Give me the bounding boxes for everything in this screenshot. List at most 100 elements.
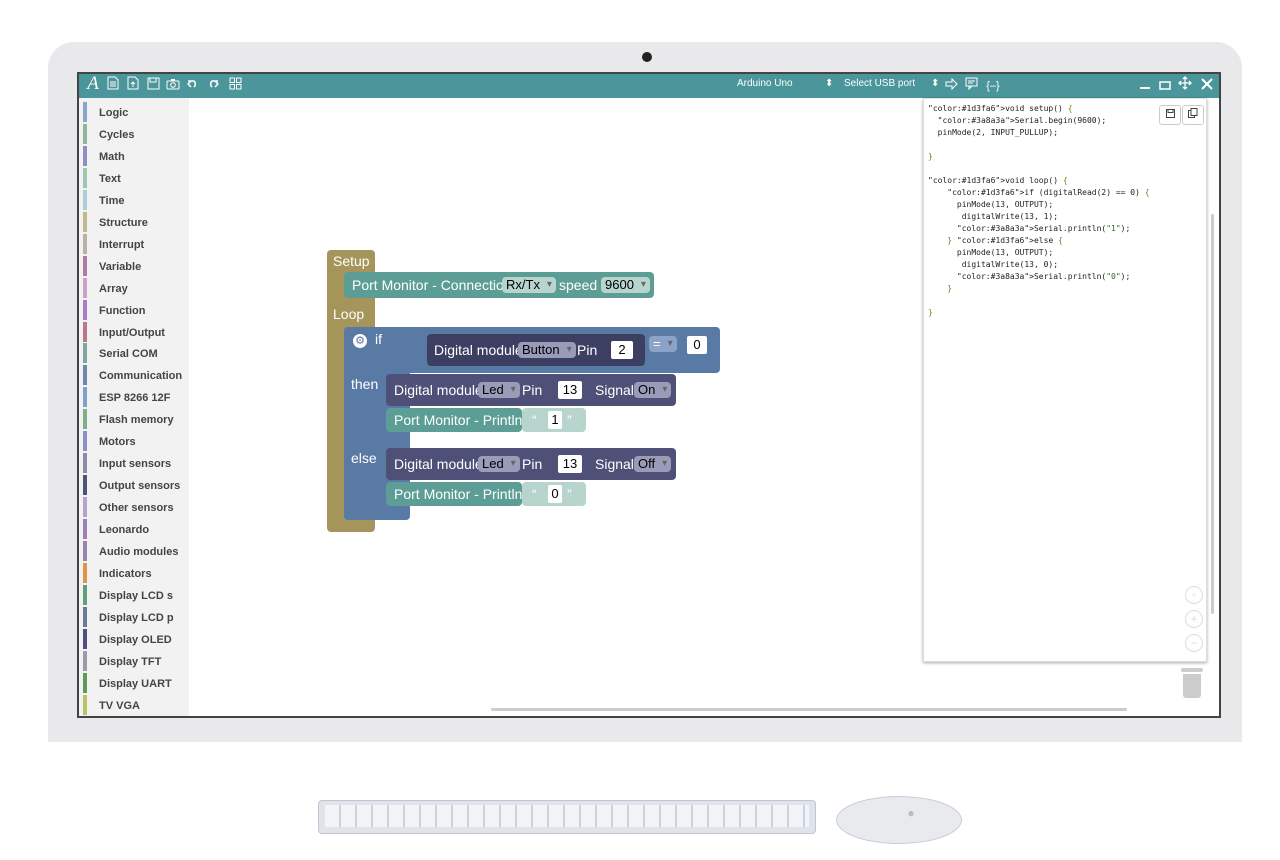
save-file-icon[interactable] <box>145 76 161 96</box>
category-color-bar <box>83 453 87 474</box>
button-type-dropdown[interactable]: Button <box>518 342 576 358</box>
speed-dropdown[interactable]: 9600 <box>601 277 650 293</box>
println-then-quote-close: ” <box>567 412 572 428</box>
maximize-icon[interactable] <box>1157 76 1173 96</box>
category-color-bar <box>83 299 87 320</box>
new-file-icon[interactable] <box>105 76 121 96</box>
brand-logo-icon[interactable]: A <box>85 74 101 94</box>
code-line: pinMode(13, OUTPUT); <box>928 200 1054 209</box>
move-icon[interactable] <box>1177 76 1193 96</box>
code-line: pinMode(2, INPUT_PULLUP); <box>928 128 1059 137</box>
category-sidebar: Logic Cycles Math Text Time Structure Interrup… <box>79 98 189 716</box>
led-off-pin-input[interactable]: 13 <box>558 455 582 473</box>
code-line: } <box>947 284 953 293</box>
open-file-icon[interactable] <box>125 76 141 96</box>
upload-arrow-icon[interactable] <box>943 76 959 96</box>
save-code-icon[interactable] <box>1159 105 1181 125</box>
serial-monitor-icon[interactable] <box>963 76 979 96</box>
button-pin-input[interactable]: 2 <box>611 341 633 359</box>
code-line: "color:#3a8a3a">Serial.println("1"); <box>956 224 1131 233</box>
port-connection-label: Port Monitor - Connection <box>352 277 512 293</box>
category-label: Math <box>99 150 125 163</box>
board-select-arrow-icon[interactable]: ⬍ <box>825 78 833 89</box>
undo-icon[interactable] <box>185 76 201 96</box>
minimize-icon[interactable] <box>1137 76 1153 96</box>
apple-logo-icon: ● <box>907 806 915 820</box>
category-label: ESP 8266 12F <box>99 392 171 405</box>
category-label: Display LCD p <box>99 611 174 624</box>
blocks-grid-icon[interactable] <box>227 76 243 96</box>
led-on-signal-label: Signal <box>595 382 634 398</box>
keyboard <box>318 800 816 834</box>
category-label: Input sensors <box>99 458 172 471</box>
println-else-label: Port Monitor - Println <box>394 486 523 502</box>
zoom-reset-icon[interactable]: ◦ <box>1185 586 1203 604</box>
if-settings-gear-icon[interactable]: ⚙ <box>353 334 367 348</box>
category-color-bar <box>83 584 87 605</box>
category-color-bar <box>83 321 87 342</box>
workspace-horizontal-scrollbar[interactable] <box>491 708 1127 711</box>
redo-icon[interactable] <box>205 76 221 96</box>
close-icon[interactable] <box>1199 76 1215 96</box>
led-off-signal-label: Signal <box>595 456 634 472</box>
category-label: Motors <box>99 436 136 449</box>
compare-value-input[interactable]: 0 <box>687 336 707 354</box>
keyboard-keys <box>325 805 809 827</box>
speed-label: speed <box>559 277 598 293</box>
category-label: Text <box>99 172 121 185</box>
category-color-bar <box>83 475 87 496</box>
code-line: } <box>928 308 933 317</box>
code-line: digitalWrite(13, 1); <box>928 212 1059 221</box>
code-vertical-scrollbar[interactable] <box>1211 214 1214 614</box>
println-else-value[interactable]: 0 <box>548 485 562 503</box>
code-view-icon[interactable]: {–} <box>983 76 1003 96</box>
println-then-label: Port Monitor - Println <box>394 412 523 428</box>
port-select-arrow-icon[interactable]: ⬍ <box>931 78 939 89</box>
println-else-quote-open: “ <box>532 486 537 502</box>
category-label: Cycles <box>99 128 135 141</box>
category-color-bar <box>83 365 87 386</box>
category-label: Input/Output <box>99 326 165 339</box>
led-on-signal-dropdown[interactable]: On <box>634 382 672 398</box>
else-label: else <box>351 450 377 466</box>
println-then-value[interactable]: 1 <box>548 411 562 429</box>
led-on-pin-input[interactable]: 13 <box>558 381 582 399</box>
code-line: "color:#3a8a3a">Serial.println("0"); <box>956 272 1131 281</box>
led-on-pin-label: Pin <box>522 382 543 398</box>
led-on-type-dropdown[interactable]: Led <box>478 382 520 398</box>
port-mode-dropdown[interactable]: Rx/Tx <box>502 277 556 293</box>
button-pin-label: Pin <box>577 342 598 358</box>
trash-icon[interactable] <box>1181 668 1203 698</box>
copy-code-icon[interactable] <box>1182 105 1204 125</box>
led-off-type-dropdown[interactable]: Led <box>478 456 520 472</box>
category-color-bar <box>83 255 87 276</box>
category-label: Time <box>99 194 125 207</box>
board-select[interactable]: Arduino Uno <box>737 78 793 89</box>
code-line: "color:#1d3fa6">void loop() { <box>928 176 1068 185</box>
category-color-bar <box>83 409 87 430</box>
category-label: Display OLED <box>99 633 172 646</box>
code-line: "color:#3a8a3a">Serial.begin(9600); <box>937 116 1107 125</box>
category-color-bar <box>83 694 87 715</box>
zoom-out-icon[interactable]: − <box>1185 634 1203 652</box>
category-color-bar <box>83 277 87 298</box>
port-select[interactable]: Select USB port <box>844 78 915 89</box>
generated-code-panel: "color:#1d3fa6">void setup() { "color:#3… <box>923 98 1207 662</box>
led-off-pin-label: Pin <box>522 456 543 472</box>
category-color-bar <box>83 497 87 518</box>
category-color-bar <box>83 628 87 649</box>
category-color-bar <box>83 167 87 188</box>
compare-operator-dropdown[interactable]: = <box>649 336 677 352</box>
button-digital-module-label: Digital module <box>434 342 523 358</box>
category-label: Variable <box>99 260 142 273</box>
category-label: Serial COM <box>99 348 158 361</box>
trash-can <box>1183 674 1201 698</box>
screenshot-icon[interactable] <box>165 76 181 96</box>
port-select-value: Select USB port <box>844 78 916 89</box>
category-color-bar <box>83 387 87 408</box>
then-label: then <box>351 376 379 392</box>
category-color-bar <box>83 672 87 693</box>
app-screen: A Arduino Uno ⬍ Select USB port ⬍ {–} Lo… <box>77 72 1221 718</box>
led-off-signal-dropdown[interactable]: Off <box>634 456 672 472</box>
zoom-in-icon[interactable]: + <box>1185 610 1203 628</box>
